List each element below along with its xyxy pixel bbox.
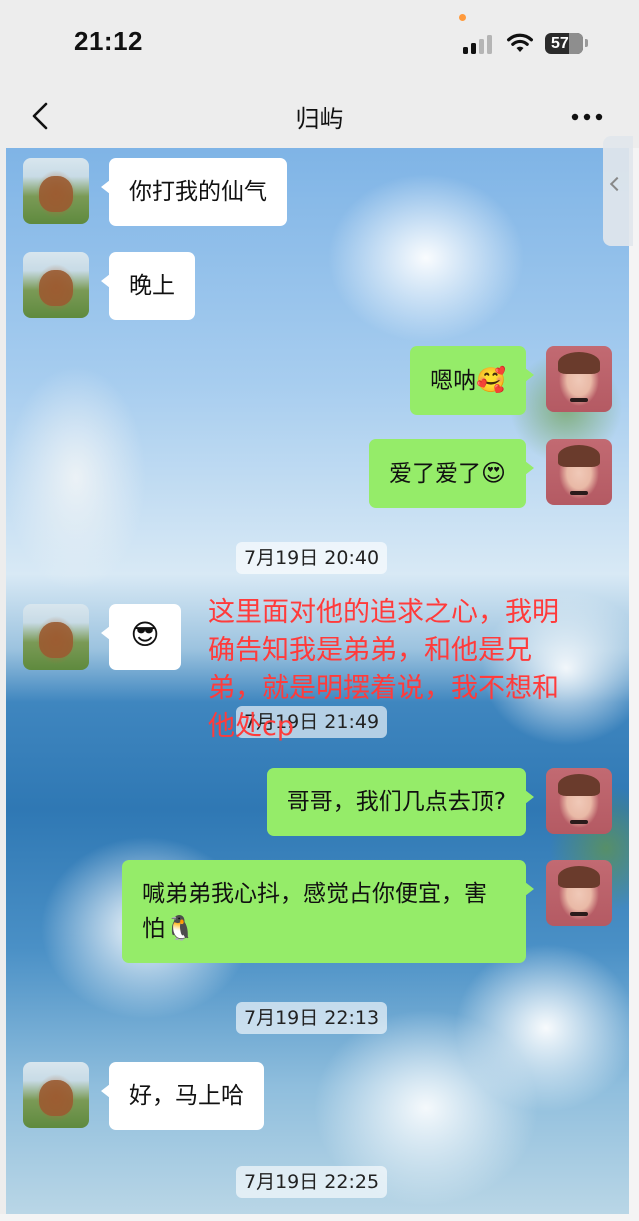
message-text: 哥哥，我们几点去顶? <box>286 789 506 815</box>
sunglasses-emoji: 😎 <box>130 618 160 651</box>
battery-icon: 57 <box>545 33 583 54</box>
screen-edge <box>0 1214 639 1221</box>
battery-level: 57 <box>551 35 569 52</box>
more-button[interactable] <box>565 102 609 132</box>
smiling-hearts-emoji: 🥰 <box>476 366 506 394</box>
message-bubble-incoming[interactable]: 晚上 <box>101 252 195 320</box>
chat-title: 归屿 <box>295 105 344 133</box>
message-bubble-incoming[interactable]: 好，马上哈 <box>101 1062 264 1130</box>
message-text: 爱了爱了 <box>388 461 481 487</box>
side-panel-toggle[interactable] <box>603 136 633 246</box>
status-bar: 21:12 57 <box>0 0 639 86</box>
chat-header: 归屿 <box>0 86 639 148</box>
my-avatar[interactable] <box>546 860 612 926</box>
screen-edge <box>629 148 639 1221</box>
heart-eyes-emoji: 😍 <box>480 459 506 487</box>
my-avatar[interactable] <box>546 346 612 412</box>
privacy-indicator-dot <box>459 14 466 21</box>
wifi-icon <box>507 33 533 52</box>
signal-icon <box>463 34 495 54</box>
contact-avatar[interactable] <box>23 252 89 318</box>
status-time: 21:12 <box>74 26 143 56</box>
timestamp: 7月19日 22:25 <box>236 1166 388 1198</box>
contact-avatar[interactable] <box>23 1062 89 1128</box>
message-text: 嗯呐 <box>430 368 477 394</box>
message-bubble-outgoing[interactable]: 喊弟弟我心抖，感觉占你便宜，害怕🐧 <box>122 860 534 963</box>
timestamp: 7月19日 20:40 <box>236 542 388 574</box>
my-avatar[interactable] <box>546 439 612 505</box>
more-dots-icon <box>571 113 603 121</box>
message-text: 好，马上哈 <box>129 1083 244 1109</box>
timestamp: 7月19日 22:13 <box>236 1002 388 1034</box>
message-bubble-outgoing[interactable]: 爱了爱了😍 <box>368 439 535 508</box>
message-text: 你打我的仙气 <box>129 179 267 205</box>
chevron-left-icon <box>609 176 625 192</box>
chat-background: 你打我的仙气 晚上 嗯呐🥰 爱了爱了😍 7月19日 20:40 😎 7月19日 … <box>6 148 630 1214</box>
battery-cap <box>585 39 588 47</box>
annotation-text: 这里面对他的追求之心，我明确告知我是弟弟，和他是兄弟，就是明摆着说，我不想和他处… <box>208 597 559 742</box>
message-text: 晚上 <box>129 273 175 299</box>
message-bubble-incoming[interactable]: 😎 <box>101 604 181 670</box>
contact-avatar[interactable] <box>23 158 89 224</box>
message-bubble-outgoing[interactable]: 哥哥，我们几点去顶? <box>266 768 535 836</box>
message-bubble-outgoing[interactable]: 嗯呐🥰 <box>410 346 534 415</box>
my-avatar[interactable] <box>546 768 612 834</box>
contact-avatar[interactable] <box>23 604 89 670</box>
message-bubble-incoming[interactable]: 你打我的仙气 <box>101 158 287 226</box>
penguin-emoji: 🐧 <box>165 914 195 942</box>
